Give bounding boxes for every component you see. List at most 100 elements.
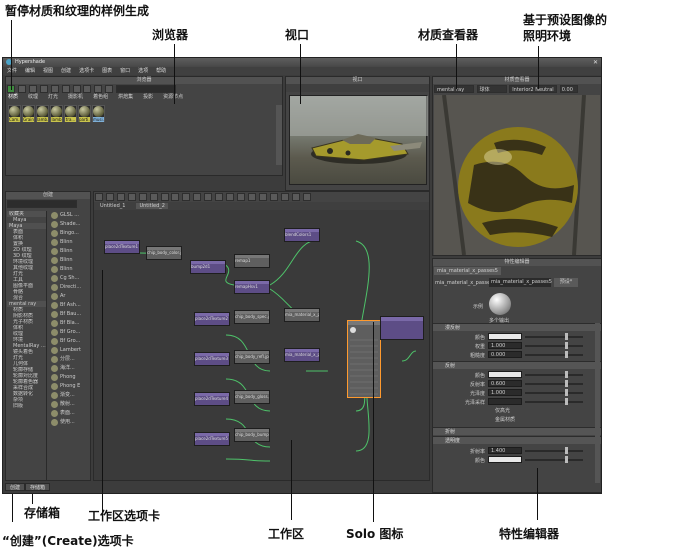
viewport-render[interactable] [289, 95, 428, 185]
graph-node[interactable]: mia_material_x_passes5SG [284, 348, 320, 362]
attribute-slider[interactable] [525, 342, 583, 349]
metal-material-checkbox[interactable]: 金属材质 [495, 416, 515, 423]
material-swatch[interactable]: Grain [22, 105, 35, 122]
slider-handle[interactable] [565, 447, 568, 454]
menu-item[interactable]: 窗口 [120, 68, 130, 74]
graph-button[interactable] [193, 193, 202, 201]
graph-button[interactable] [116, 193, 125, 201]
create-node-item[interactable]: Phong [50, 373, 90, 382]
create-node-item[interactable]: Bf Gro... [50, 337, 90, 346]
toolbar-button[interactable] [61, 85, 70, 93]
graph-node[interactable]: chip_body_bump.jpg [234, 428, 270, 442]
browser-tab[interactable]: 着色组 [93, 94, 108, 100]
menu-item[interactable]: 选项 [138, 68, 148, 74]
graph-button[interactable] [302, 193, 311, 201]
attribute-value-field[interactable]: 0.600 [488, 380, 522, 387]
create-tree-item[interactable]: 旧版 [7, 403, 46, 409]
shading-group-node[interactable] [380, 316, 424, 340]
section-refraction[interactable]: 折射 [433, 427, 601, 435]
graph-button[interactable] [105, 193, 114, 201]
preset-button[interactable]: 预设* [554, 278, 578, 287]
browser-search-input[interactable] [116, 85, 177, 93]
section-transparency[interactable]: 透明度 [433, 436, 601, 444]
workarea-tab[interactable]: Untitled_2 [136, 203, 168, 209]
slider-handle[interactable] [565, 380, 568, 387]
create-node-item[interactable]: Cg Sh... [50, 274, 90, 283]
material-swatch[interactable]: lamb... [36, 105, 49, 122]
shape-select[interactable]: 球体 [476, 85, 507, 93]
window-close-icon[interactable]: ✕ [593, 59, 598, 66]
slider-handle[interactable] [565, 371, 568, 378]
graph-node[interactable]: place2dTexture2 [194, 312, 230, 326]
attribute-value-field[interactable]: 1.000 [488, 389, 522, 396]
graph-button[interactable] [160, 193, 169, 201]
graph-node[interactable]: place2dTexture4 [194, 392, 230, 406]
graph-node[interactable]: chip_body_spec.jpg [234, 310, 270, 324]
create-node-item[interactable]: Lambert [50, 346, 90, 355]
section-reflection[interactable]: 反射 [433, 361, 601, 369]
create-node-item[interactable]: Ar [50, 292, 90, 301]
graph-button[interactable] [171, 193, 180, 201]
mia-material-node[interactable] [347, 320, 381, 398]
create-node-item[interactable]: Bf Ash... [50, 301, 90, 310]
exposure-field[interactable]: 0.00 [559, 85, 578, 93]
create-node-item[interactable]: 表面... [50, 409, 90, 418]
attribute-slider[interactable] [525, 389, 583, 396]
graph-node[interactable]: place2dTexture1 [104, 240, 140, 254]
graph-button[interactable] [138, 193, 147, 201]
graph-node[interactable]: chip_body_refl.jpg [234, 350, 270, 364]
graph-node[interactable]: place2dTexture5 [194, 432, 230, 446]
attribute-slider[interactable] [525, 351, 583, 358]
graph-node[interactable]: chip_body_gloss.jpg [234, 390, 270, 404]
attribute-value-field[interactable] [488, 398, 522, 405]
toolbar-button[interactable] [94, 85, 103, 93]
toolbar-button[interactable] [28, 85, 37, 93]
create-node-item[interactable]: Phong E [50, 382, 90, 391]
attribute-scrollbar[interactable] [595, 323, 600, 483]
create-node-item[interactable]: 海洋... [50, 364, 90, 373]
graph-button[interactable] [182, 193, 191, 201]
browser-tab[interactable]: 材质 [8, 94, 18, 100]
graph-node[interactable]: remapHsv1 [234, 280, 270, 294]
attribute-value-field[interactable]: 0.000 [488, 351, 522, 358]
slider-handle[interactable] [565, 333, 568, 340]
graph-button[interactable] [215, 193, 224, 201]
material-swatch[interactable]: lamb [50, 105, 63, 122]
browser-tab[interactable]: 摄影机 [68, 94, 83, 100]
graph-button[interactable] [149, 193, 158, 201]
menu-item[interactable]: 帮助 [156, 68, 166, 74]
toolbar-button[interactable] [105, 85, 114, 93]
attribute-slider[interactable] [525, 380, 583, 387]
menu-item[interactable]: 选项卡 [79, 68, 94, 74]
toolbar-button[interactable] [72, 85, 81, 93]
graph-node[interactable]: place2dTexture3 [194, 352, 230, 366]
graph-node[interactable]: remap1 [234, 254, 270, 268]
attribute-node-tab[interactable]: mia_material_x_passes5 [434, 267, 501, 275]
attribute-value-field[interactable]: 1.400 [488, 447, 522, 454]
create-node-item[interactable]: 渐变... [50, 391, 90, 400]
create-node-item[interactable]: Bf Bla... [50, 319, 90, 328]
graph-button[interactable] [204, 193, 213, 201]
graph-button[interactable] [280, 193, 289, 201]
menu-item[interactable]: 编辑 [25, 68, 35, 74]
browser-tab[interactable]: 纹理 [28, 94, 38, 100]
create-node-item[interactable]: Bf Bau... [50, 310, 90, 319]
attribute-value-field[interactable] [488, 333, 522, 340]
browser-scrollbar[interactable] [276, 105, 282, 165]
toolbar-button[interactable] [50, 85, 59, 93]
create-node-item[interactable]: 散射... [50, 400, 90, 409]
graph-node[interactable]: bump2d1 [190, 260, 226, 274]
create-node-item[interactable]: Blinn [50, 265, 90, 274]
environment-select[interactable]: Interior2 Neutral [509, 85, 558, 93]
slider-handle[interactable] [565, 389, 568, 396]
create-tab[interactable]: 创建 [5, 483, 26, 491]
graph-node[interactable]: blendColors1 [284, 228, 320, 242]
create-node-item[interactable]: Directi... [50, 283, 90, 292]
slider-handle[interactable] [565, 342, 568, 349]
create-node-item[interactable]: GLSL ... [50, 211, 90, 220]
slider-handle[interactable] [565, 351, 568, 358]
create-node-item[interactable]: Bf Gro... [50, 328, 90, 337]
toolbar-button[interactable] [17, 85, 26, 93]
create-node-item[interactable]: Shade... [50, 220, 90, 229]
node-name-field[interactable]: mia_material_x_passes5 [489, 278, 552, 287]
